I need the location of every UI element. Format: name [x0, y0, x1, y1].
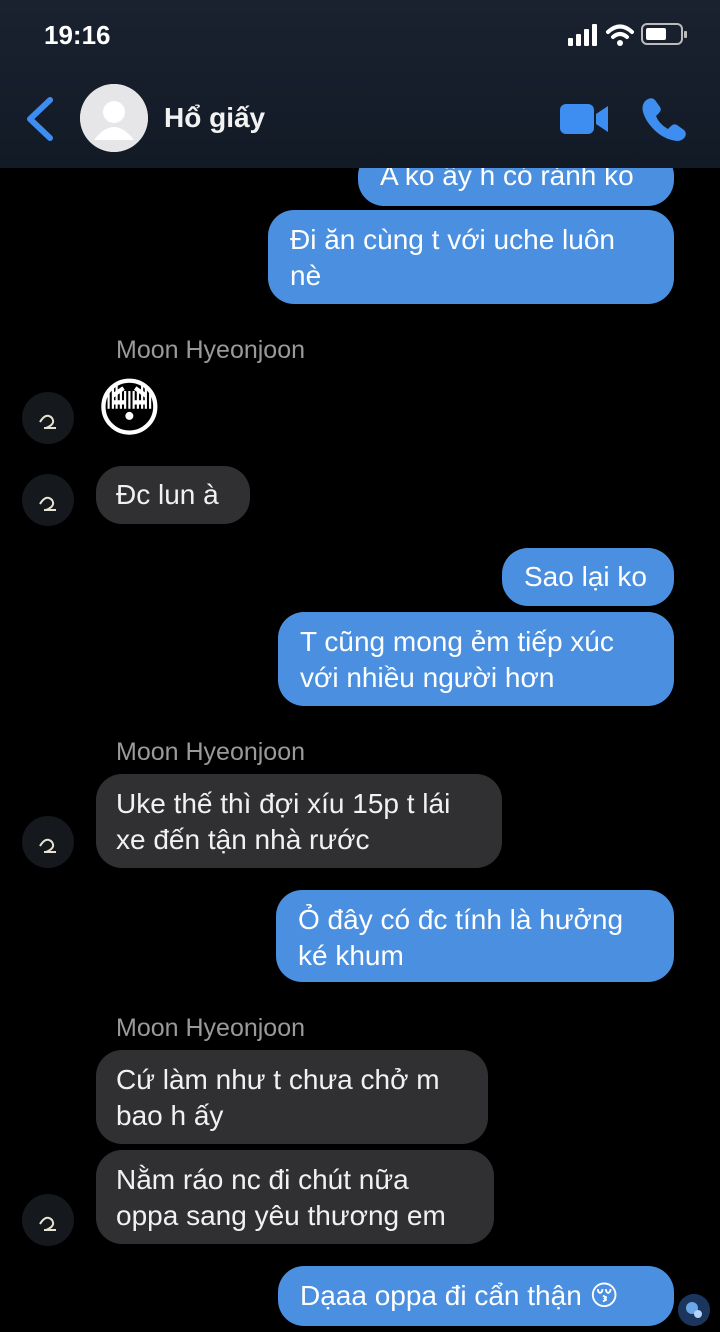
- default-user-icon: [80, 84, 148, 152]
- battery-icon: [641, 23, 687, 45]
- wifi-icon: [606, 24, 634, 46]
- message-bubble-outgoing[interactable]: T cũng mong ẻm tiếp xúc với nhiều người …: [278, 612, 674, 706]
- message-text: Dạaa oppa đi cẩn thận 😚: [300, 1280, 619, 1311]
- message-bubble-outgoing[interactable]: Dạaa oppa đi cẩn thận 😚: [278, 1266, 674, 1326]
- message-text: Đc lun à: [116, 479, 219, 510]
- signal-icon: [568, 24, 597, 46]
- video-call-button[interactable]: [558, 100, 610, 138]
- contact-avatar[interactable]: [80, 84, 148, 152]
- message-bubble-incoming[interactable]: Nằm ráo nc đi chút nữa oppa sang yêu thư…: [96, 1150, 494, 1244]
- back-chevron-icon: [27, 97, 53, 141]
- phone-call-button[interactable]: [640, 96, 686, 142]
- message-bubble-incoming[interactable]: Cứ làm như t chưa chở m bao h ấy: [96, 1050, 488, 1144]
- sender-name: Moon Hyeonjoon: [116, 336, 306, 364]
- avatar[interactable]: [22, 392, 74, 444]
- message-text: Cứ làm như t chưa chở m bao h ấy: [116, 1064, 440, 1131]
- avatar[interactable]: [22, 474, 74, 526]
- message-text: Nằm ráo nc đi chút nữa oppa sang yêu thư…: [116, 1164, 446, 1231]
- message-text: Đi ăn cùng t với uche luôn nè: [290, 224, 615, 291]
- status-icons: [568, 22, 690, 50]
- video-call-icon: [560, 104, 608, 134]
- chat-header: 19:16 Hổ giấy: [0, 0, 720, 168]
- sender-name: Moon Hyeonjoon: [116, 738, 306, 766]
- contact-name[interactable]: Hổ giấy: [164, 102, 265, 134]
- avatar[interactable]: [22, 816, 74, 868]
- chat-screen: A ko ấy h có rảnh ko Đi ăn cùng t với uc…: [0, 0, 720, 1332]
- message-bubble-incoming[interactable]: Uke thế thì đợi xíu 15p t lái xe đến tận…: [96, 774, 502, 868]
- message-text: Sao lại ko: [524, 561, 647, 592]
- message-text: Ỏ đây có đc tính là hưởng ké khum: [298, 904, 624, 971]
- message-bubble-outgoing[interactable]: Đi ăn cùng t với uche luôn nè: [268, 210, 674, 304]
- back-button[interactable]: [22, 96, 58, 142]
- message-bubble-incoming[interactable]: Đc lun à: [96, 466, 250, 524]
- avatar[interactable]: [22, 1194, 74, 1246]
- message-bubble-outgoing[interactable]: Ỏ đây có đc tính là hưởng ké khum: [276, 890, 674, 982]
- read-receipt-avatar: [678, 1294, 710, 1326]
- sender-name: Moon Hyeonjoon: [116, 1014, 306, 1042]
- message-text: T cũng mong ẻm tiếp xúc với nhiều người …: [300, 626, 614, 693]
- status-time: 19:16: [44, 20, 111, 50]
- message-bubble-outgoing[interactable]: Sao lại ko: [502, 548, 674, 606]
- message-text: Uke thế thì đợi xíu 15p t lái xe đến tận…: [116, 788, 451, 855]
- emoji-message[interactable]: 😳: [96, 376, 163, 440]
- phone-call-icon: [642, 98, 686, 141]
